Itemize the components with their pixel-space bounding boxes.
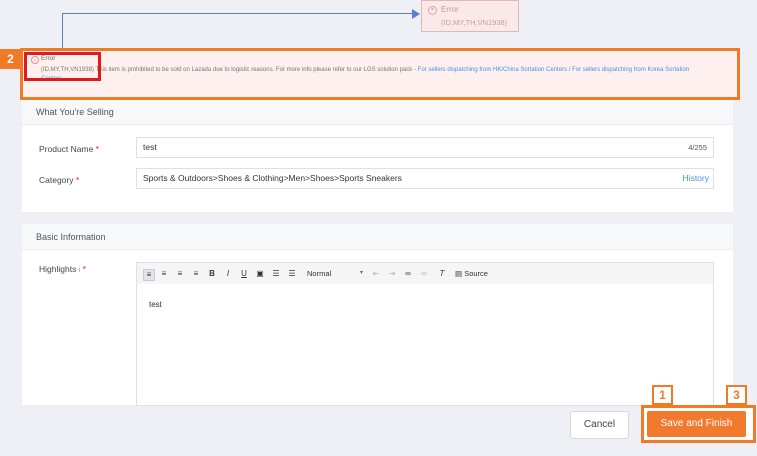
annotation-badge-3: 3 — [726, 385, 747, 405]
annotation-badge-1: 1 — [652, 385, 673, 405]
hk-china-link[interactable]: For sellers dispatching from HK/China So… — [418, 67, 567, 73]
selling-panel: What You're Selling Product Name * test … — [22, 100, 733, 212]
error-banner — [20, 48, 740, 100]
indent-icon[interactable]: ⇥ — [387, 269, 397, 279]
error-callout: × Error (ID,MY,TH,VN1938) — [421, 0, 519, 32]
callout-countries: (ID,MY,TH,VN1938) — [441, 18, 508, 27]
clear-format-icon[interactable]: T — [437, 269, 447, 279]
product-name-input[interactable]: test 4/255 — [136, 137, 714, 158]
italic-icon[interactable]: I — [223, 269, 233, 279]
underline-icon[interactable]: U — [239, 269, 249, 279]
align-left-icon[interactable]: ≡ — [143, 269, 155, 281]
annotation-badge-2: 2 — [0, 49, 21, 69]
selling-panel-header: What You're Selling — [22, 100, 733, 125]
category-value: Sports & Outdoors>Shoes & Clothing>Men>S… — [143, 173, 402, 183]
ordered-list-icon[interactable]: ☰ — [271, 269, 281, 279]
bullet-list-icon[interactable]: ☰ — [287, 269, 297, 279]
category-label: Category * — [39, 175, 80, 185]
product-name-label: Product Name * — [39, 144, 100, 154]
justify-icon[interactable]: ≡ — [191, 269, 201, 279]
cancel-button[interactable]: Cancel — [570, 411, 629, 439]
product-name-counter: 4/255 — [688, 143, 707, 152]
chevron-down-icon: ▾ — [359, 270, 363, 276]
source-button[interactable]: ▤ Source — [455, 269, 488, 278]
product-name-value: test — [143, 142, 157, 152]
format-select[interactable]: Normal ▾ — [307, 269, 365, 279]
korea-link[interactable]: For sellers dispatching from Korea Sorta… — [572, 67, 689, 73]
source-icon: ▤ — [455, 269, 463, 278]
callout-connector-vertical — [62, 13, 63, 51]
bold-icon[interactable]: B — [207, 269, 217, 279]
align-right-icon[interactable]: ≡ — [175, 269, 185, 279]
basic-info-header: Basic Information — [22, 224, 733, 250]
error-message: (ID,MY,TH,VN1938) This item is prohibite… — [41, 67, 689, 73]
editor-content: test — [149, 300, 162, 309]
highlights-editor[interactable]: test — [136, 284, 714, 406]
basic-info-panel: Basic Information Highlights i * ≡ ≡ ≡ ≡… — [22, 224, 733, 406]
info-icon[interactable]: i — [79, 267, 81, 274]
unlink-icon[interactable]: ∞ — [419, 269, 429, 279]
link-icon[interactable]: ∞ — [403, 269, 413, 279]
basic-section-title: Basic Information — [36, 232, 106, 242]
image-icon[interactable]: ▣ — [255, 269, 265, 279]
editor-toolbar: ≡ ≡ ≡ ≡ B I U ▣ ☰ ☰ Normal ▾ ⇤ ⇥ ∞ ∞ T ▤ … — [136, 262, 714, 286]
save-and-finish-button[interactable]: Save and Finish — [647, 411, 746, 437]
align-center-icon[interactable]: ≡ — [159, 269, 169, 279]
history-link[interactable]: History — [683, 173, 709, 183]
error-icon: × — [428, 6, 437, 15]
error-highlight-box — [24, 52, 101, 81]
callout-title: Error — [441, 5, 459, 14]
link-separator: / — [568, 67, 571, 73]
callout-arrow-icon — [412, 9, 420, 19]
callout-connector — [62, 13, 418, 14]
selling-section-title: What You're Selling — [36, 107, 114, 117]
error-text: This item is prohibited to be sold on La… — [95, 67, 416, 73]
outdent-icon[interactable]: ⇤ — [371, 269, 381, 279]
highlights-label: Highlights i * — [39, 264, 86, 274]
category-input[interactable]: Sports & Outdoors>Shoes & Clothing>Men>S… — [136, 168, 714, 189]
